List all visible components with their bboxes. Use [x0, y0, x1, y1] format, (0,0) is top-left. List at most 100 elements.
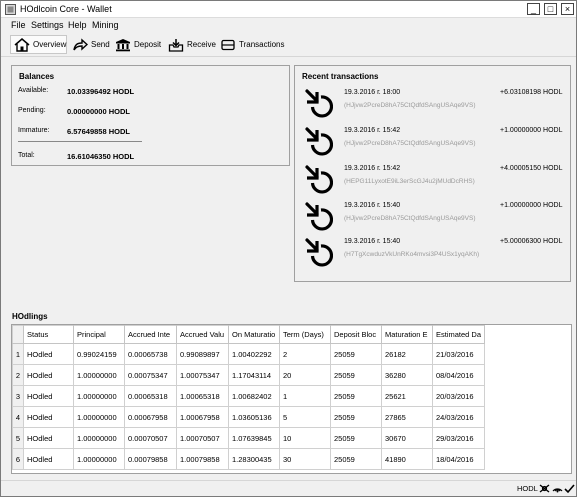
signal-icon[interactable] — [552, 483, 563, 494]
table-cell[interactable]: 0.99089897 — [176, 343, 229, 365]
table-cell[interactable]: 1.07639845 — [228, 427, 280, 449]
table-cell[interactable]: HOdled — [23, 427, 74, 449]
table-cell[interactable]: 20/03/2016 — [431, 385, 486, 407]
table-cell[interactable]: 25059 — [330, 364, 382, 386]
table-row[interactable]: 1 HOdled 0.99024159 0.00065738 0.9908989… — [12, 343, 486, 365]
table-cell[interactable]: 0.00075347 — [124, 364, 177, 386]
close-button[interactable]: × — [561, 3, 574, 15]
unit-label[interactable]: HODL — [517, 484, 538, 493]
column-header[interactable]: Estimated Da — [431, 325, 486, 344]
table-cell[interactable]: 0.00067958 — [124, 406, 177, 428]
table-cell[interactable]: 20 — [279, 364, 331, 386]
table-cell[interactable]: 1.00065318 — [176, 385, 229, 407]
table-cell[interactable]: 1.00000000 — [73, 364, 125, 386]
table-cell[interactable]: HOdled — [23, 406, 74, 428]
table-cell[interactable]: HOdled — [23, 448, 74, 470]
table-cell[interactable]: HOdled — [23, 343, 74, 365]
table-cell[interactable]: 1.00079858 — [176, 448, 229, 470]
table-cell[interactable]: HOdled — [23, 385, 74, 407]
table-row[interactable]: 3 HOdled 1.00000000 0.00065318 1.0006531… — [12, 385, 486, 407]
table-row[interactable]: 4 HOdled 1.00000000 0.00067958 1.0006795… — [12, 406, 486, 428]
table-cell[interactable]: 2 — [279, 343, 331, 365]
table-row[interactable]: 5 HOdled 1.00000000 0.00070507 1.0007050… — [12, 427, 486, 449]
row-header[interactable]: 1 — [12, 343, 24, 365]
table-cell[interactable]: 18/04/2016 — [431, 448, 486, 470]
column-header[interactable]: Status — [23, 325, 74, 344]
column-header[interactable]: Accrued Valu — [176, 325, 229, 344]
connections-icon[interactable] — [539, 483, 550, 494]
menu-settings[interactable]: Settings — [31, 20, 64, 30]
recent-transaction-item[interactable]: 19.3.2016 г. 15:40 +5.00006300 HODL (H7T… — [303, 236, 573, 270]
table-cell[interactable]: 30 — [279, 448, 331, 470]
table-cell[interactable]: 25059 — [330, 343, 382, 365]
column-header[interactable]: Principal — [73, 325, 125, 344]
send-button[interactable]: Send — [69, 35, 113, 54]
table-cell[interactable]: HOdled — [23, 364, 74, 386]
table-cell[interactable]: 1.00000000 — [73, 385, 125, 407]
overview-button[interactable]: Overview — [10, 35, 67, 54]
table-cell[interactable]: 5 — [279, 406, 331, 428]
row-header[interactable]: 5 — [12, 427, 24, 449]
synced-check-icon[interactable] — [564, 483, 575, 494]
table-cell[interactable]: 08/04/2016 — [431, 364, 486, 386]
table-cell[interactable]: 0.00065318 — [124, 385, 177, 407]
table-cell[interactable]: 25059 — [330, 406, 382, 428]
table-cell[interactable]: 1.00402292 — [228, 343, 280, 365]
recent-transaction-item[interactable]: 19.3.2016 г. 18:00 +6.03108198 HODL (HJj… — [303, 87, 573, 121]
holdings-title: HOdlings — [12, 312, 48, 321]
receive-inbox-icon — [168, 38, 184, 52]
column-header[interactable]: Deposit Bloc — [330, 325, 382, 344]
table-cell[interactable]: 0.00065738 — [124, 343, 177, 365]
table-cell[interactable]: 0.00079858 — [124, 448, 177, 470]
table-cell[interactable]: 10 — [279, 427, 331, 449]
row-header[interactable]: 4 — [12, 406, 24, 428]
table-cell[interactable]: 0.00070507 — [124, 427, 177, 449]
table-cell[interactable]: 1.00075347 — [176, 364, 229, 386]
transactions-button[interactable]: Transactions — [217, 35, 288, 54]
table-cell[interactable]: 25059 — [330, 385, 382, 407]
column-header[interactable]: On Maturatio — [228, 325, 280, 344]
table-cell[interactable]: 27865 — [381, 406, 433, 428]
menu-file[interactable]: File — [11, 20, 26, 30]
recent-transaction-item[interactable]: 19.3.2016 г. 15:42 +4.00005150 HODL (HEP… — [303, 163, 573, 197]
row-header[interactable]: 2 — [12, 364, 24, 386]
table-cell[interactable]: 1 — [279, 385, 331, 407]
maximize-button[interactable]: □ — [544, 3, 557, 15]
table-cell[interactable]: 21/03/2016 — [431, 343, 486, 365]
minimize-button[interactable]: _ — [527, 3, 540, 15]
table-cell[interactable]: 36280 — [381, 364, 433, 386]
table-cell[interactable]: 30670 — [381, 427, 433, 449]
table-cell[interactable]: 1.00070507 — [176, 427, 229, 449]
recent-transaction-item[interactable]: 19.3.2016 г. 15:42 +1.00000000 HODL (HJj… — [303, 125, 573, 159]
table-cell[interactable]: 1.00000000 — [73, 406, 125, 428]
row-header[interactable]: 3 — [12, 385, 24, 407]
menu-help[interactable]: Help — [68, 20, 87, 30]
table-row[interactable]: 2 HOdled 1.00000000 0.00075347 1.0007534… — [12, 364, 486, 386]
table-cell[interactable]: 26182 — [381, 343, 433, 365]
table-row[interactable]: 6 HOdled 1.00000000 0.00079858 1.0007985… — [12, 448, 486, 470]
table-cell[interactable]: 29/03/2016 — [431, 427, 486, 449]
table-cell[interactable]: 25059 — [330, 427, 382, 449]
deposit-button[interactable]: Deposit — [112, 35, 164, 54]
column-header[interactable]: Term (Days) — [279, 325, 331, 344]
row-header[interactable]: 6 — [12, 448, 24, 470]
receive-button[interactable]: Receive — [165, 35, 219, 54]
table-corner[interactable] — [12, 325, 24, 344]
table-cell[interactable]: 1.17043114 — [228, 364, 280, 386]
holdings-table-container[interactable]: Status Principal Accrued Inte Accrued Va… — [11, 324, 572, 474]
column-header[interactable]: Accrued Inte — [124, 325, 177, 344]
table-cell[interactable]: 1.28300435 — [228, 448, 280, 470]
table-cell[interactable]: 1.00682402 — [228, 385, 280, 407]
menu-mining[interactable]: Mining — [92, 20, 119, 30]
recent-transaction-item[interactable]: 19.3.2016 г. 15:40 +1.00000000 HODL (HJj… — [303, 200, 573, 234]
table-cell[interactable]: 25059 — [330, 448, 382, 470]
table-cell[interactable]: 1.00067958 — [176, 406, 229, 428]
table-cell[interactable]: 41890 — [381, 448, 433, 470]
table-cell[interactable]: 1.03605136 — [228, 406, 280, 428]
table-cell[interactable]: 0.99024159 — [73, 343, 125, 365]
table-cell[interactable]: 1.00000000 — [73, 448, 125, 470]
column-header[interactable]: Maturation E — [381, 325, 433, 344]
table-cell[interactable]: 1.00000000 — [73, 427, 125, 449]
table-cell[interactable]: 25621 — [381, 385, 433, 407]
table-cell[interactable]: 24/03/2016 — [431, 406, 486, 428]
